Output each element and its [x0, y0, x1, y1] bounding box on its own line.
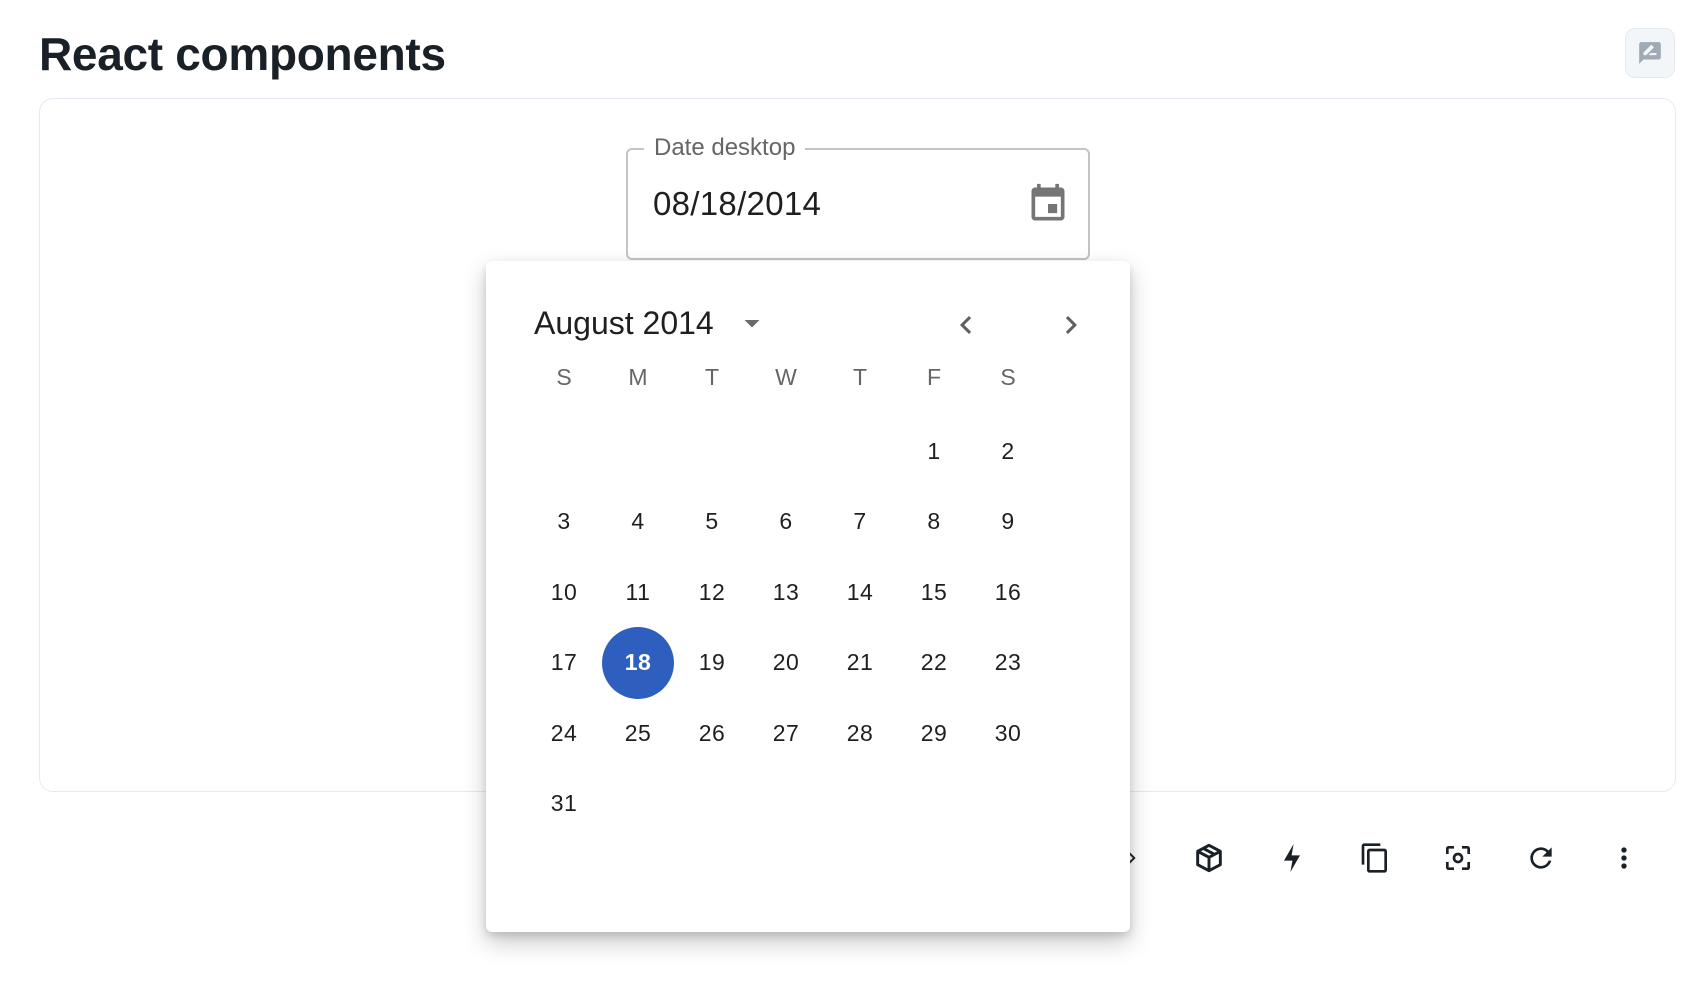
calendar-day[interactable]: 13	[750, 556, 822, 628]
screenshot-button[interactable]	[1432, 832, 1484, 884]
calendar-day[interactable]: 5	[676, 486, 748, 558]
calendar-icon	[1031, 183, 1065, 221]
chevron-left-icon	[960, 316, 972, 334]
calendar-day[interactable]: 17	[528, 627, 600, 699]
calendar-day[interactable]: 25	[602, 697, 674, 769]
more-options-button[interactable]	[1598, 832, 1650, 884]
calendar-day[interactable]: 23	[972, 627, 1044, 699]
calendar-day[interactable]: 14	[824, 556, 896, 628]
calendar-day[interactable]: 31	[528, 768, 600, 840]
weekday-label: W	[775, 364, 797, 390]
page-title: React components	[39, 28, 446, 80]
stackblitz-button[interactable]	[1266, 832, 1318, 884]
calendar-day[interactable]: 22	[898, 627, 970, 699]
weekday-label: T	[852, 364, 868, 390]
calendar-day[interactable]: 4	[602, 486, 674, 558]
calendar-day[interactable]: 2	[972, 415, 1044, 487]
open-calendar-button[interactable]	[1022, 178, 1074, 230]
date-picker-popover: August 2014 S M T W T F S 1 2 3 4 5 6 7 8 9 10 11 12 13 14 15…	[486, 261, 1130, 932]
month-year-label[interactable]: August 2014	[534, 303, 714, 343]
screenshot-icon	[1446, 846, 1470, 870]
calendar-day[interactable]: 9	[972, 486, 1044, 558]
copy-icon	[1361, 843, 1387, 873]
date-input[interactable]: 08/18/2014	[653, 184, 821, 224]
calendar-day[interactable]: 7	[824, 486, 896, 558]
calendar-day[interactable]: 16	[972, 556, 1044, 628]
field-label: Date desktop	[644, 134, 806, 162]
reset-demo-button[interactable]	[1515, 832, 1567, 884]
calendar-day[interactable]: 12	[676, 556, 748, 628]
weekday-label: S	[1000, 364, 1016, 390]
demo-toolbar	[1100, 832, 1681, 884]
weekday-label: T	[704, 364, 720, 390]
page: React components Date desktop 08/18/2014	[0, 0, 1694, 992]
calendar-day[interactable]: 15	[898, 556, 970, 628]
more-vert-icon	[1621, 847, 1627, 869]
calendar-day[interactable]: 30	[972, 697, 1044, 769]
calendar-day[interactable]: 26	[676, 697, 748, 769]
feedback-button[interactable]	[1625, 28, 1675, 78]
reset-icon	[1530, 847, 1552, 869]
stackblitz-icon	[1284, 844, 1300, 872]
next-month-button[interactable]	[1045, 299, 1097, 351]
calendar-day[interactable]: 1	[898, 415, 970, 487]
calendar-day[interactable]: 27	[750, 697, 822, 769]
selected-day[interactable]: 18	[602, 626, 674, 699]
calendar-day[interactable]: 8	[898, 486, 970, 558]
calendar-day[interactable]: 6	[750, 486, 822, 558]
calendar-day[interactable]: 21	[824, 627, 896, 699]
date-desktop-field[interactable]: Date desktop 08/18/2014	[626, 134, 1090, 260]
calendar-day[interactable]: 19	[676, 627, 748, 699]
weekday-label: S	[556, 364, 572, 390]
copy-source-button[interactable]	[1349, 832, 1401, 884]
calendar-day[interactable]: 10	[528, 556, 600, 628]
year-view-switch-button[interactable]	[728, 299, 776, 347]
codesandbox-button[interactable]	[1183, 832, 1235, 884]
calendar-day[interactable]: 11	[602, 556, 674, 628]
calendar-day[interactable]: 28	[824, 697, 896, 769]
calendar-day[interactable]: 3	[528, 486, 600, 558]
codesandbox-icon	[1196, 843, 1222, 873]
weekday-label: M	[628, 364, 648, 390]
arrow-drop-down-icon	[744, 320, 760, 328]
calendar-day[interactable]: 20	[750, 627, 822, 699]
rate-review-icon	[1639, 42, 1661, 64]
calendar-day[interactable]: 29	[898, 697, 970, 769]
calendar-day[interactable]: 24	[528, 697, 600, 769]
previous-month-button[interactable]	[940, 299, 992, 351]
chevron-right-icon	[1065, 316, 1077, 334]
weekday-label: F	[926, 364, 942, 390]
